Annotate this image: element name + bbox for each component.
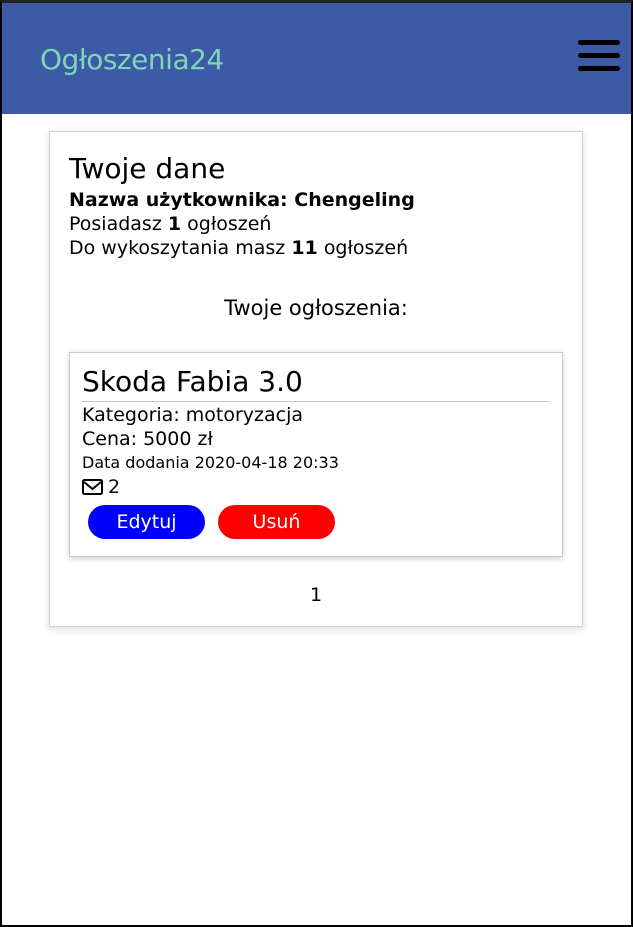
owned-count: 1 xyxy=(167,213,182,235)
remaining-ads-line: Do wykoszytania masz 11 ogłoszeń xyxy=(69,236,408,260)
remaining-suffix: ogłoszeń xyxy=(323,237,409,259)
username-value: Chengeling xyxy=(294,189,415,211)
envelope-icon xyxy=(82,479,103,495)
ad-date-label: Data dodania xyxy=(82,453,190,472)
remaining-count: 11 xyxy=(291,237,318,259)
pagination: 1 xyxy=(50,583,582,607)
your-ads-heading: Twoje ogłoszenia: xyxy=(224,296,408,320)
hamburger-menu-icon[interactable] xyxy=(578,37,620,75)
ad-price-label: Cena: xyxy=(82,428,138,450)
ad-category-line: Kategoria: motoryzacja xyxy=(82,403,303,427)
top-navbar: Ogłoszenia24 xyxy=(2,3,631,114)
page-link-1[interactable]: 1 xyxy=(310,584,322,606)
ad-card: Skoda Fabia 3.0 Kategoria: motoryzacja C… xyxy=(69,352,563,557)
page-title: Twoje dane xyxy=(69,152,226,185)
username-label: Nazwa użytkownika: xyxy=(69,189,288,211)
username-line: Nazwa użytkownika: Chengeling xyxy=(69,188,415,212)
owned-suffix: ogłoszeń xyxy=(187,213,272,235)
ad-category-value: motoryzacja xyxy=(185,404,304,426)
ad-date-value: 2020-04-18 20:33 xyxy=(194,453,339,472)
ad-price-value: 5000 zł xyxy=(143,428,213,450)
owned-ads-line: Posiadasz 1 ogłoszeń xyxy=(69,212,271,236)
edit-button[interactable]: Edytuj xyxy=(88,505,205,539)
owned-prefix: Posiadasz xyxy=(69,213,162,235)
ad-category-label: Kategoria: xyxy=(82,404,180,426)
hamburger-line-bottom xyxy=(578,66,620,71)
hamburger-line-middle xyxy=(578,53,620,58)
remaining-prefix: Do wykoszytania masz xyxy=(69,237,286,259)
browser-viewport: Ogłoszenia24 Twoje dane Nazwa użytkownik… xyxy=(0,0,633,927)
ad-title[interactable]: Skoda Fabia 3.0 xyxy=(82,365,550,402)
account-panel: Twoje dane Nazwa użytkownika: Chengeling… xyxy=(49,131,583,627)
brand-logo-link[interactable]: Ogłoszenia24 xyxy=(40,41,224,79)
hamburger-line-top xyxy=(578,40,620,45)
delete-button[interactable]: Usuń xyxy=(218,505,335,539)
ad-price-line: Cena: 5000 zł xyxy=(82,427,213,451)
messages-count: 2 xyxy=(108,476,121,498)
ad-date-line: Data dodania 2020-04-18 20:33 xyxy=(82,453,339,473)
ad-messages[interactable]: 2 xyxy=(82,475,120,499)
